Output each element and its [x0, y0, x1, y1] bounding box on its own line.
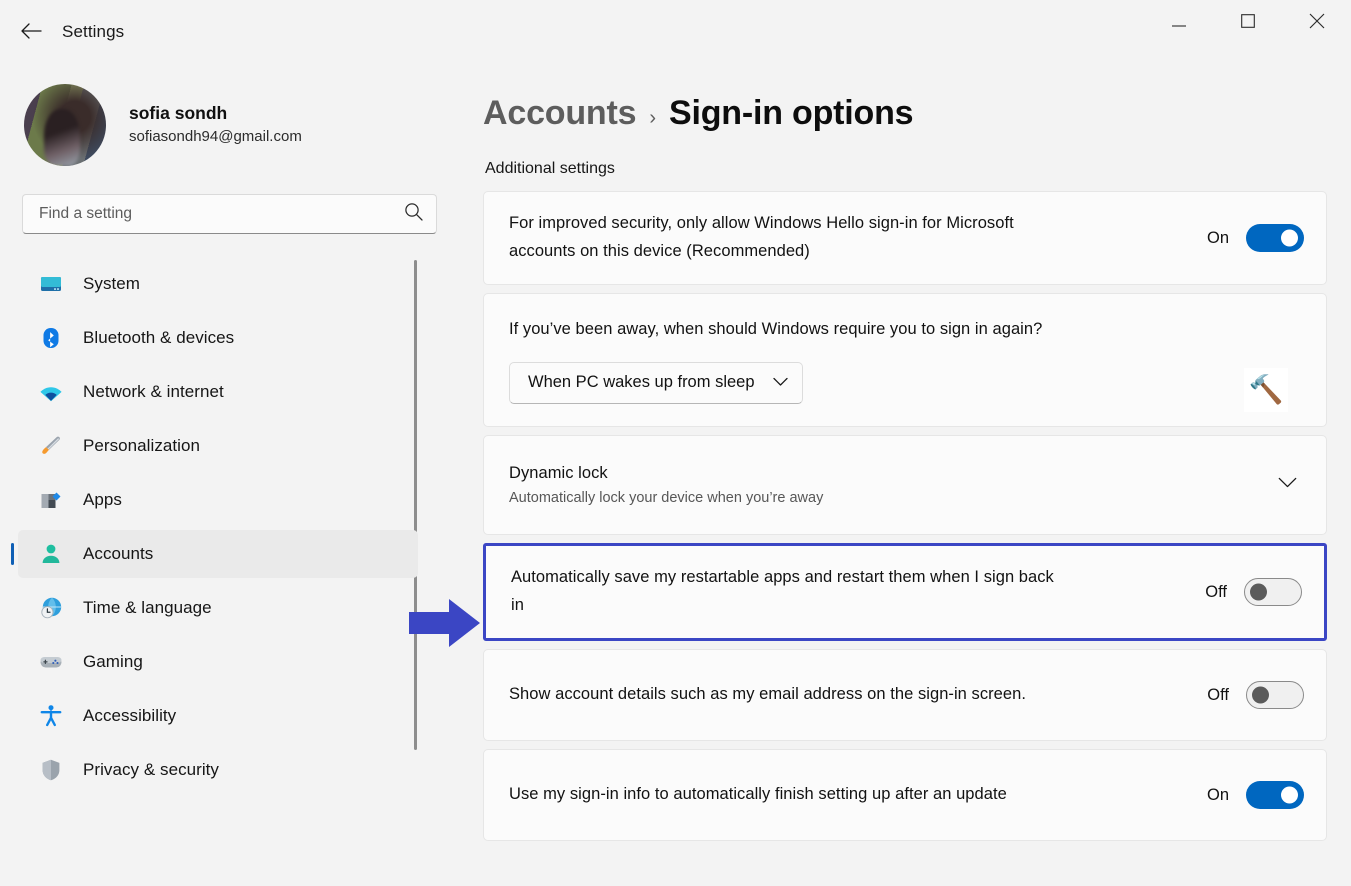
avatar — [24, 84, 106, 166]
maximize-icon — [1241, 14, 1255, 33]
restartable-apps-toggle[interactable] — [1244, 578, 1302, 606]
sidebar-item-label: Apps — [83, 490, 122, 510]
gamepad-icon — [38, 649, 64, 675]
shield-icon — [38, 757, 64, 783]
minimize-icon — [1172, 14, 1186, 32]
sidebar-item-label: Network & internet — [83, 382, 224, 402]
maximize-button[interactable] — [1213, 0, 1282, 46]
sidebar-item-time-language[interactable]: Time & language — [18, 584, 418, 632]
sidebar-item-privacy-security[interactable]: Privacy & security — [18, 746, 418, 794]
page-title: Sign-in options — [669, 94, 913, 133]
sidebar-item-accounts[interactable]: Accounts — [18, 530, 418, 578]
window-title: Settings — [62, 22, 124, 42]
setting-title: For improved security, only allow Window… — [509, 210, 1069, 265]
search-input[interactable] — [39, 205, 404, 223]
setting-title: Use my sign-in info to automatically fin… — [509, 781, 1044, 809]
minimize-button[interactable] — [1144, 0, 1213, 46]
chevron-down-icon — [1278, 476, 1297, 494]
setting-title: If you’ve been away, when should Windows… — [509, 316, 1042, 344]
dropdown-value: When PC wakes up from sleep — [528, 373, 755, 392]
sidebar: sofia sondh sofiasondh94@gmail.com — [0, 66, 466, 886]
setting-card-sign-in-again[interactable]: If you’ve been away, when should Windows… — [483, 293, 1327, 427]
toggle-state-label: Off — [1207, 686, 1229, 705]
sidebar-item-label: Privacy & security — [83, 760, 219, 780]
main-content: Accounts › Sign-in options Additional se… — [466, 66, 1351, 886]
sidebar-item-label: Gaming — [83, 652, 143, 672]
back-button[interactable] — [12, 14, 50, 52]
sidebar-item-system[interactable]: System — [18, 260, 418, 308]
close-button[interactable] — [1282, 0, 1351, 46]
setting-card-show-account-details[interactable]: Show account details such as my email ad… — [483, 649, 1327, 741]
sidebar-item-label: System — [83, 274, 140, 294]
setting-title: Automatically save my restartable apps a… — [511, 564, 1071, 619]
sidebar-item-gaming[interactable]: Gaming — [18, 638, 418, 686]
setting-card-use-sign-in-info[interactable]: Use my sign-in info to automatically fin… — [483, 749, 1327, 841]
wifi-icon — [38, 379, 64, 405]
chevron-down-icon — [773, 374, 788, 392]
setting-card-restartable-apps[interactable]: Automatically save my restartable apps a… — [483, 543, 1327, 641]
sidebar-item-label: Accounts — [83, 544, 153, 564]
paintbrush-icon — [38, 433, 64, 459]
show-account-details-toggle[interactable] — [1246, 681, 1304, 709]
windows-hello-toggle[interactable] — [1246, 224, 1304, 252]
account-name: sofia sondh — [129, 102, 302, 125]
section-label: Additional settings — [485, 160, 1327, 178]
sign-in-again-dropdown[interactable]: When PC wakes up from sleep — [509, 362, 803, 404]
sidebar-item-label: Bluetooth & devices — [83, 328, 234, 348]
hammer-icon: 🔨 — [1244, 368, 1288, 412]
sidebar-item-network-internet[interactable]: Network & internet — [18, 368, 418, 416]
accessibility-icon — [38, 703, 64, 729]
clock-globe-icon — [38, 595, 64, 621]
search-icon[interactable] — [404, 202, 423, 226]
monitor-icon — [38, 271, 64, 297]
toggle-state-label: Off — [1205, 583, 1227, 602]
close-icon — [1309, 13, 1325, 34]
sidebar-item-bluetooth-devices[interactable]: Bluetooth & devices — [18, 314, 418, 362]
setting-card-dynamic-lock[interactable]: Dynamic lock Automatically lock your dev… — [483, 435, 1327, 535]
setting-card-windows-hello[interactable]: For improved security, only allow Window… — [483, 191, 1327, 285]
back-arrow-icon — [20, 22, 42, 45]
title-bar: Settings — [0, 0, 1351, 66]
use-sign-in-info-toggle[interactable] — [1246, 781, 1304, 809]
sidebar-item-apps[interactable]: Apps — [18, 476, 418, 524]
person-icon — [38, 541, 64, 567]
account-email: sofiasondh94@gmail.com — [129, 126, 302, 148]
sidebar-nav: System Bluetooth & devices — [0, 260, 466, 794]
sidebar-item-label: Personalization — [83, 436, 200, 456]
bluetooth-icon — [38, 325, 64, 351]
setting-title: Show account details such as my email ad… — [509, 681, 1054, 709]
dynamic-lock-expander-button[interactable] — [1270, 468, 1304, 502]
toggle-state-label: On — [1207, 229, 1229, 248]
window-controls — [1144, 0, 1351, 46]
setting-title: Dynamic lock — [509, 460, 1254, 488]
breadcrumb-separator-icon: › — [649, 107, 656, 130]
sidebar-item-label: Time & language — [83, 598, 212, 618]
sidebar-item-label: Accessibility — [83, 706, 176, 726]
setting-subtitle: Automatically lock your device when you’… — [509, 488, 1254, 510]
apps-icon — [38, 487, 64, 513]
breadcrumb-parent[interactable]: Accounts — [483, 94, 636, 133]
breadcrumb: Accounts › Sign-in options — [483, 94, 1327, 133]
account-profile[interactable]: sofia sondh sofiasondh94@gmail.com — [24, 84, 466, 166]
sidebar-item-accessibility[interactable]: Accessibility — [18, 692, 418, 740]
search-box[interactable] — [22, 194, 437, 234]
sidebar-item-personalization[interactable]: Personalization — [18, 422, 418, 470]
toggle-state-label: On — [1207, 786, 1229, 805]
